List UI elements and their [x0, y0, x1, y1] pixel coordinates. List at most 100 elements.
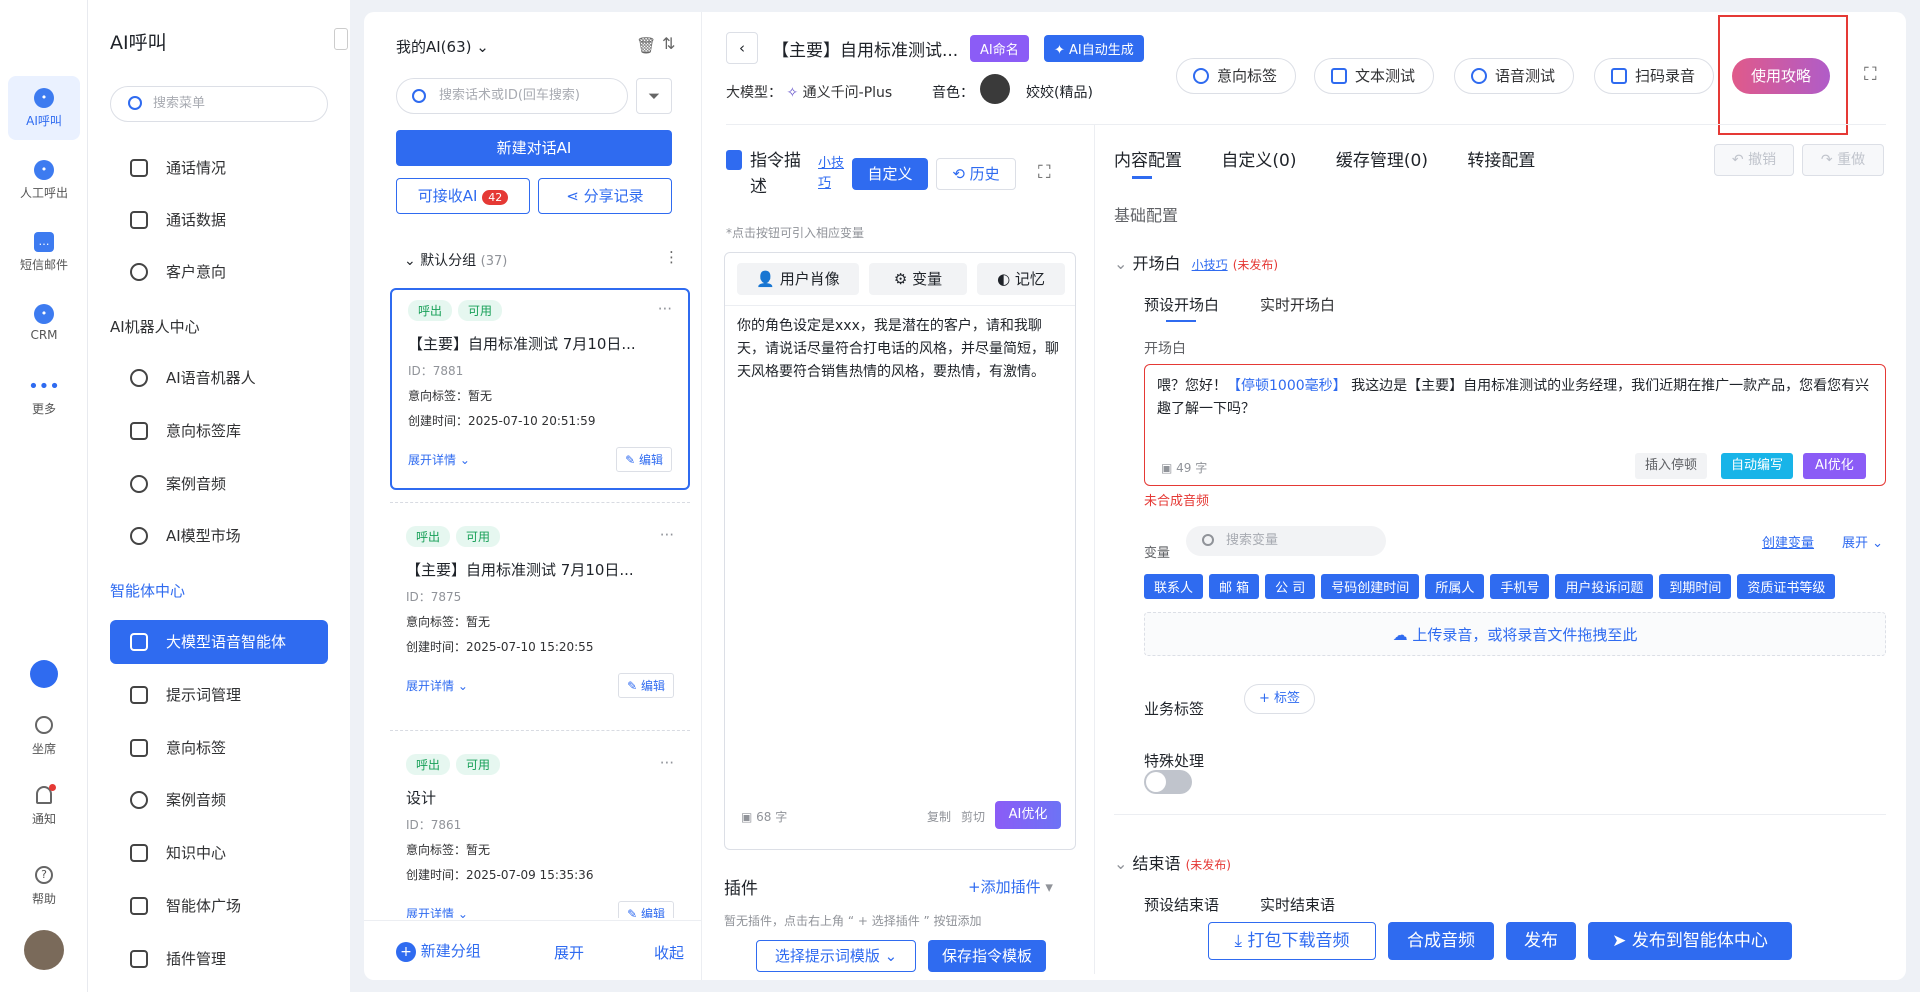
new-group-button[interactable]: + 新建分组 — [396, 940, 481, 962]
sort-icon[interactable]: ⇅ — [662, 34, 675, 53]
variable-tag[interactable]: 号码创建时间 — [1321, 574, 1420, 599]
expand-icon[interactable]: ⛶ — [1038, 162, 1051, 183]
default-group-header[interactable]: ⌄ 默认分组 (37) — [404, 250, 507, 270]
variable-tag[interactable]: 邮 箱 — [1209, 574, 1260, 599]
menu-item-intent-library[interactable]: 意向标签库 — [110, 409, 328, 453]
tab-realtime-opening[interactable]: 实时开场白 — [1260, 294, 1335, 315]
menu-item-call-data[interactable]: 通话数据 — [110, 198, 328, 242]
rail-item-manual-call[interactable]: • 人工呼出 — [8, 160, 80, 201]
filter-icon[interactable]: ⏷ — [636, 78, 672, 114]
usage-guide-button[interactable]: 使用攻略 — [1732, 58, 1830, 94]
add-plugin-button[interactable]: +添加插件 ▾ — [968, 876, 1053, 897]
ending-section[interactable]: ⌄ 结束语 (未发布) — [1114, 850, 1231, 874]
opening-tip-link[interactable]: 小技巧 — [1192, 258, 1228, 272]
expand-details-link[interactable]: 展开详情 — [408, 453, 456, 467]
avatar[interactable] — [24, 930, 64, 970]
variable-button[interactable]: ⚙ 变量 — [869, 263, 967, 295]
custom-button[interactable]: 自定义 — [852, 158, 928, 190]
voice-test-button[interactable]: 语音测试 — [1454, 58, 1575, 94]
rail-item-ai-call[interactable]: • AI呼叫 — [8, 76, 80, 140]
menu-item-case-audio[interactable]: 案例音频 — [110, 462, 328, 506]
rail-item-sms-mail[interactable]: … 短信邮件 — [8, 232, 80, 273]
expand-details-link[interactable]: 展开详情 — [406, 679, 454, 693]
card-more-icon[interactable]: ··· — [660, 526, 674, 544]
opening-ai-optimize-button[interactable]: AI优化 — [1803, 453, 1866, 479]
menu-item-plugin-manage[interactable]: 插件管理 — [110, 937, 328, 981]
menu-item-intent-tags[interactable]: 意向标签 — [110, 726, 328, 770]
history-button[interactable]: ⟲ 历史 — [936, 158, 1016, 190]
tab-custom[interactable]: 自定义(0) — [1221, 151, 1296, 171]
special-handling-toggle[interactable] — [1144, 770, 1192, 794]
ai-card[interactable]: 呼出 可用 ··· 设计 ID：7861 意向标签：暂无 创建时间：2025-07… — [390, 744, 690, 918]
tip-link[interactable]: 小技巧 — [818, 154, 848, 194]
cut-button[interactable]: 剪切 — [961, 808, 985, 825]
group-more-icon[interactable]: ⋮ — [664, 248, 679, 266]
ai-optimize-button[interactable]: AI优化 — [995, 801, 1061, 829]
insert-pause-button[interactable]: 插入停顿 — [1635, 453, 1708, 479]
expand-details-link[interactable]: 展开详情 — [406, 907, 454, 918]
add-tag-button[interactable]: + 标签 — [1244, 684, 1316, 714]
variable-tag[interactable]: 手机号 — [1490, 574, 1550, 599]
rail-item-more[interactable]: ••• 更多 — [8, 378, 80, 417]
tab-cache[interactable]: 缓存管理(0) — [1336, 151, 1428, 171]
edit-button[interactable]: ✎ 编辑 — [616, 447, 672, 472]
ai-card[interactable]: 呼出 可用 ··· 【主要】自用标准测试 7月10日... ID：7881 意向标… — [390, 288, 690, 490]
variable-tag[interactable]: 用户投诉问题 — [1555, 574, 1654, 599]
auto-write-button[interactable]: 自动编写 — [1721, 453, 1794, 479]
tab-preset-ending[interactable]: 预设结束语 — [1144, 894, 1219, 915]
rail-item-notify[interactable]: 通知 — [8, 784, 80, 827]
tab-realtime-ending[interactable]: 实时结束语 — [1260, 894, 1335, 915]
edit-button[interactable]: ✎ 编辑 — [618, 673, 674, 698]
share-record-button[interactable]: ⋖ 分享记录 — [538, 178, 672, 214]
card-more-icon[interactable]: ··· — [660, 754, 674, 772]
variable-tag[interactable]: 到期时间 — [1659, 574, 1732, 599]
menu-item-customer-intent[interactable]: 客户意向 — [110, 250, 328, 294]
undo-button[interactable]: ↶ 撤销 — [1714, 144, 1794, 176]
card-more-icon[interactable]: ··· — [658, 300, 672, 318]
ai-name-button[interactable]: AI命名 — [970, 35, 1029, 62]
rail-item-seat[interactable]: 坐席 — [8, 716, 80, 757]
collapse-menu-icon[interactable] — [334, 28, 348, 50]
memory-button[interactable]: ◐ 记忆 — [977, 263, 1065, 295]
ai-auto-generate-button[interactable]: ✦ AI自动生成 — [1044, 35, 1144, 62]
expand-all-link[interactable]: 展开 — [554, 942, 584, 963]
variable-tag[interactable]: 所属人 — [1425, 574, 1485, 599]
publish-button[interactable]: 发布 — [1506, 922, 1576, 960]
edit-button[interactable]: ✎ 编辑 — [618, 901, 674, 918]
scan-record-button[interactable]: 扫码录音 — [1594, 58, 1715, 94]
receivable-ai-button[interactable]: 可接收AI 42 — [396, 178, 530, 214]
menu-item-ai-voice-robot[interactable]: AI语音机器人 — [110, 356, 328, 400]
menu-item-llm-voice-agent[interactable]: 大模型语音智能体 — [110, 620, 328, 664]
ai-card[interactable]: 呼出 可用 ··· 【主要】自用标准测试 7月10日... ID：7875 意向标… — [390, 516, 690, 718]
copy-button[interactable]: 复制 — [927, 808, 951, 825]
persona-button[interactable]: 👤 用户肖像 — [737, 263, 859, 295]
tab-transfer[interactable]: 转接配置 — [1467, 151, 1535, 171]
tab-preset-opening[interactable]: 预设开场白 — [1144, 294, 1219, 315]
redo-button[interactable]: ↷ 重做 — [1802, 144, 1884, 176]
menu-item-knowledge[interactable]: 知识中心 — [110, 831, 328, 875]
expand-variables[interactable]: 展开 ⌄ — [1842, 532, 1883, 551]
menu-item-prompt-manage[interactable]: 提示词管理 — [110, 673, 328, 717]
my-ai-dropdown[interactable]: 我的AI(63) ⌄ — [396, 36, 489, 57]
select-prompt-template[interactable]: 选择提示词模版 ⌄ — [756, 940, 916, 972]
rail-item-crm[interactable]: • CRM — [8, 304, 80, 342]
opening-textbox[interactable]: 喂？您好！【停顿1000毫秒】 我这边是【主要】自用标准测试的业务经理，我们近期… — [1144, 364, 1886, 486]
trash-icon[interactable]: 🗑 — [636, 36, 656, 55]
back-icon[interactable]: ‹ — [726, 32, 758, 64]
ai-search-input[interactable]: 搜索话术或ID(回车搜索) — [396, 78, 628, 114]
fullscreen-icon[interactable]: ⛶ — [1864, 64, 1877, 85]
variable-tag[interactable]: 资质证书等级 — [1737, 574, 1836, 599]
publish-to-agent-center-button[interactable]: ➤ 发布到智能体中心 — [1588, 922, 1792, 960]
text-test-button[interactable]: 文本测试 — [1314, 58, 1435, 94]
opening-section[interactable]: ⌄ 开场白 小技巧 (未发布) — [1114, 250, 1278, 274]
new-dialog-ai-button[interactable]: 新建对话AI — [396, 130, 672, 166]
variable-tag[interactable]: 联系人 — [1144, 574, 1204, 599]
menu-item-case-audio-2[interactable]: 案例音频 — [110, 778, 328, 822]
instruction-textarea[interactable]: 你的角色设定是xxx，我是潜在的客户，请和我聊天，请说话尽量符合打电话的风格，并… — [737, 315, 1063, 384]
variable-tag[interactable]: 公 司 — [1265, 574, 1316, 599]
create-variable-link[interactable]: 创建变量 — [1762, 532, 1814, 551]
model-value[interactable]: 通义千问-Plus — [803, 85, 893, 101]
tab-content-config[interactable]: 内容配置 — [1114, 151, 1182, 171]
upload-recording-dropzone[interactable]: ☁ 上传录音，或将录音文件拖拽至此 — [1144, 612, 1886, 656]
variable-search-input[interactable]: 搜索变量 — [1186, 526, 1386, 556]
